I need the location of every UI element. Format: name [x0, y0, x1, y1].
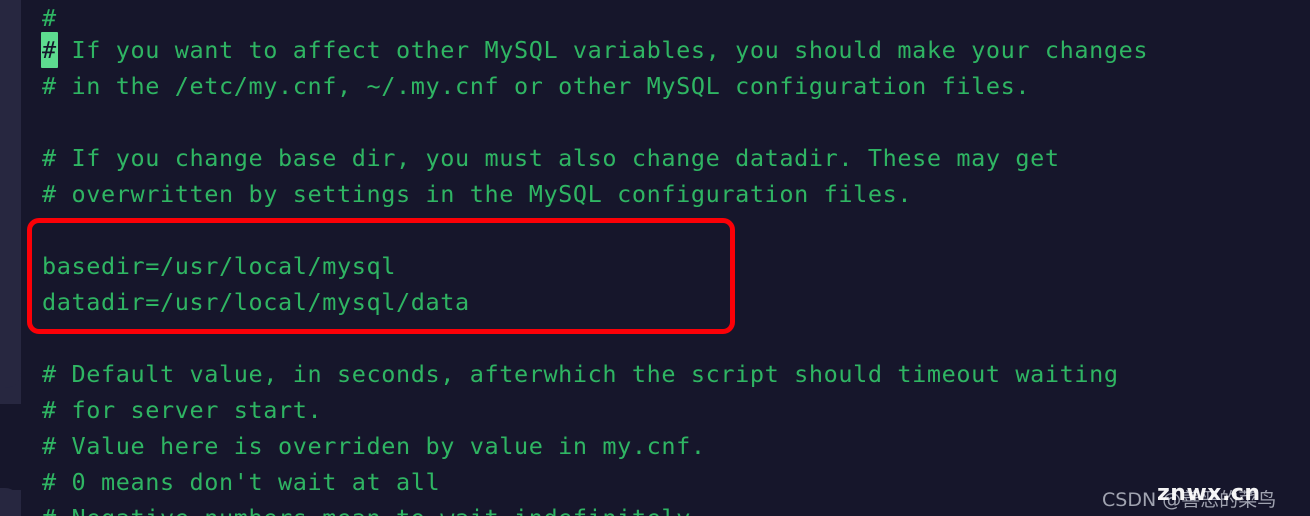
code-line: # for server start.: [42, 396, 323, 424]
code-line: # in the /etc/my.cnf, ~/.my.cnf or other…: [42, 72, 1031, 100]
code-line-with-cursor: # If you want to affect other MySQL vari…: [41, 32, 1149, 68]
text-cursor: #: [41, 32, 58, 68]
code-text-area[interactable]: # # If you want to affect other MySQL va…: [21, 0, 1310, 516]
screenshot-root: # # If you want to affect other MySQL va…: [0, 0, 1310, 516]
code-line-basedir: basedir=/usr/local/mysql: [42, 252, 396, 280]
code-line: # If you change base dir, you must also …: [42, 144, 1060, 172]
code-line-datadir: datadir=/usr/local/mysql/data: [42, 288, 470, 316]
code-line: # 0 means don't wait at all: [42, 468, 441, 496]
code-line: # Default value, in seconds, afterwhich …: [42, 360, 1119, 388]
code-line-clipped: # Negative numbers mean to wait indefini…: [42, 500, 691, 516]
left-strip-notch: [0, 404, 21, 490]
code-line: # overwritten by settings in the MySQL c…: [42, 180, 913, 208]
site-watermark: znwx.cn: [1157, 481, 1261, 506]
code-line-text: If you want to affect other MySQL variab…: [56, 36, 1149, 64]
left-strip-upper-segment: [0, 0, 21, 388]
code-line: #: [42, 4, 57, 32]
code-line: # Value here is overriden by value in my…: [42, 432, 706, 460]
